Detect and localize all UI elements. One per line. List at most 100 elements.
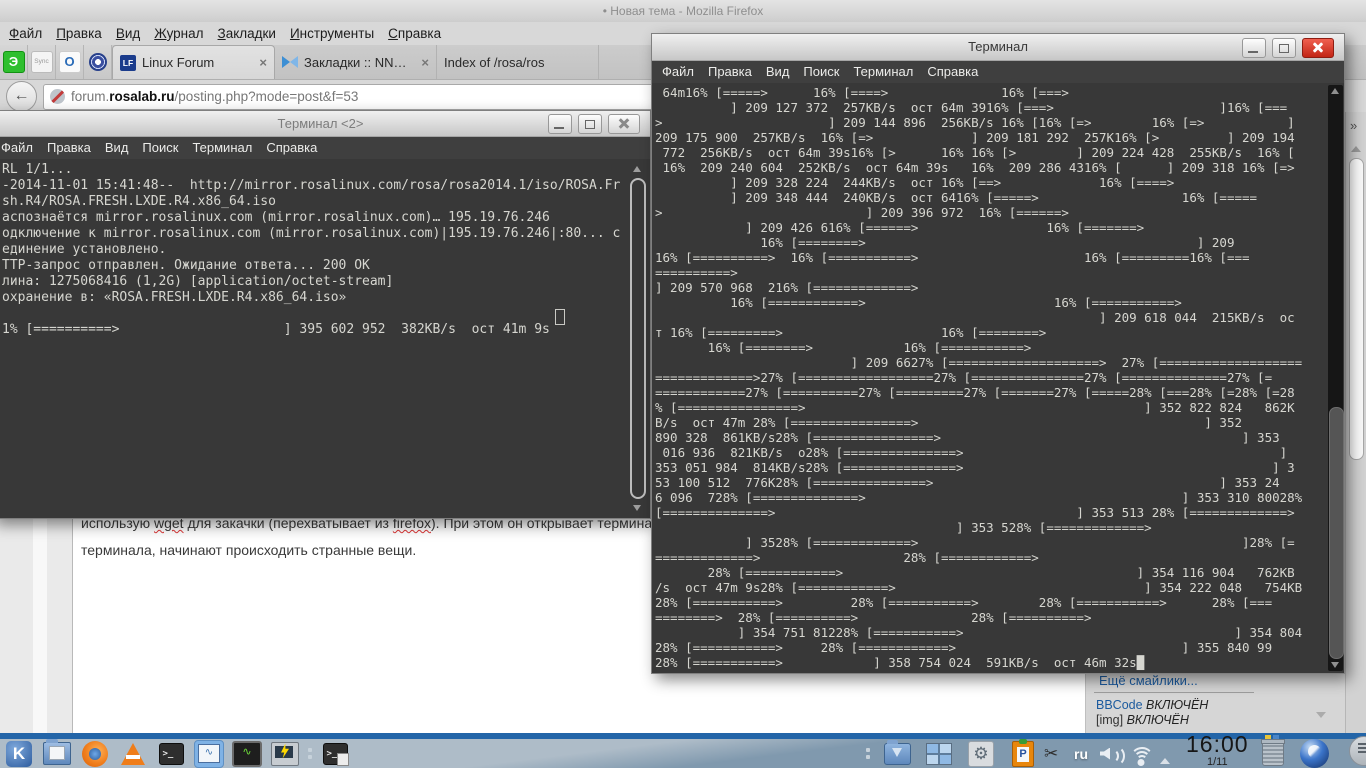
- url-text: forum.rosalab.ru/posting.php?mode=post&f…: [71, 89, 359, 104]
- terminal-output[interactable]: 64m16% [=====> 16% [====> 16% [===> ] 20…: [652, 83, 1344, 673]
- tmenu-file[interactable]: Файл: [0, 137, 40, 159]
- pinned-tab-o[interactable]: O: [56, 45, 84, 79]
- scroll-thumb[interactable]: [1329, 407, 1344, 659]
- vlc-button[interactable]: [118, 740, 148, 767]
- o-icon: O: [58, 51, 81, 73]
- scroll-thumb[interactable]: [1349, 158, 1364, 460]
- clipboard-manager-tray[interactable]: P: [1012, 738, 1034, 767]
- tab-close-icon[interactable]: ×: [421, 55, 429, 70]
- tab-nnm-club[interactable]: Закладки :: NNM-Club ×: [275, 45, 437, 79]
- terminal-launcher-button[interactable]: >_: [156, 740, 186, 767]
- linux-forum-favicon: LF: [120, 54, 136, 71]
- tmenu-search[interactable]: Поиск: [135, 137, 185, 159]
- tray-divider: [866, 740, 870, 767]
- scroll-up-icon[interactable]: [1351, 146, 1361, 152]
- tab-label: Закладки :: NNM-Club: [304, 54, 415, 70]
- clock-time: 16:00: [1186, 731, 1249, 757]
- menu-bookmarks[interactable]: Закладки: [211, 22, 283, 45]
- terminal1-titlebar[interactable]: Терминал: [652, 34, 1344, 61]
- browser-scrollbar[interactable]: »: [1345, 112, 1366, 733]
- network-tray[interactable]: [1130, 740, 1154, 767]
- firefox-icon: [82, 740, 108, 767]
- menu-help[interactable]: Справка: [381, 22, 448, 45]
- scroll-down-icon[interactable]: [633, 505, 641, 511]
- tmenu-view[interactable]: Вид: [98, 137, 136, 159]
- sync-icon: Sync: [30, 51, 53, 73]
- overflow-chevron-icon[interactable]: »: [1350, 118, 1357, 133]
- keyboard-layout-indicator[interactable]: ru: [1074, 740, 1088, 767]
- tmenu-terminal[interactable]: Терминал: [846, 61, 920, 83]
- blocked-page-icon[interactable]: [50, 89, 65, 104]
- scroll-up-icon[interactable]: [633, 166, 641, 172]
- sidebar-divider: [1094, 692, 1254, 693]
- tmenu-edit[interactable]: Правка: [40, 137, 98, 159]
- scissors-icon: ✂: [1044, 743, 1059, 763]
- tmenu-view[interactable]: Вид: [759, 61, 797, 83]
- menu-tools[interactable]: Инструменты: [283, 22, 381, 45]
- download-manager-tray[interactable]: [884, 739, 911, 767]
- kmenu-button[interactable]: K: [4, 740, 34, 767]
- scroll-up-icon[interactable]: [1331, 88, 1339, 94]
- firefox-button[interactable]: [80, 740, 110, 767]
- pinned-tab-elements[interactable]: Э: [0, 45, 28, 79]
- volume-tray[interactable]: [1100, 740, 1125, 767]
- menu-lines-icon: [1358, 743, 1366, 745]
- wget-progress-text: 64m16% [=====> 16% [====> 16% [===> ] 20…: [655, 85, 1303, 670]
- elements-icon: Э: [2, 51, 25, 73]
- target-icon: [88, 53, 107, 71]
- rosa-launcher[interactable]: [1300, 739, 1329, 768]
- img-status: [img] ВКЛЮЧЁН: [1096, 713, 1189, 727]
- terminal-file-button[interactable]: >_: [320, 740, 350, 767]
- bbcode-status: BBCode ВКЛЮЧЁН: [1096, 698, 1209, 712]
- post-text-line2[interactable]: терминала, начинают происходить странные…: [81, 542, 416, 558]
- tmenu-help[interactable]: Справка: [259, 137, 324, 159]
- resource-graph-button[interactable]: ∿: [232, 740, 262, 767]
- minimize-button[interactable]: [1242, 38, 1266, 58]
- minimize-button[interactable]: [548, 114, 572, 134]
- tmenu-help[interactable]: Справка: [920, 61, 985, 83]
- maximize-button[interactable]: [1272, 38, 1296, 58]
- back-button[interactable]: ←: [6, 81, 37, 112]
- xterm-lightning-icon: [271, 741, 299, 766]
- tmenu-edit[interactable]: Правка: [701, 61, 759, 83]
- terminal-cursor: [555, 309, 565, 325]
- sidebar-caret-icon: [1316, 712, 1326, 718]
- terminal2-titlebar[interactable]: Терминал <2>: [0, 111, 650, 137]
- more-smilies-link[interactable]: Ещё смайлики...: [1099, 673, 1198, 688]
- tray-expander[interactable]: [1160, 747, 1170, 768]
- tab-index-of-rosa[interactable]: Index of /rosa/ros: [437, 45, 599, 79]
- trash-tray[interactable]: [1261, 735, 1285, 767]
- desktop-pager[interactable]: [926, 740, 952, 767]
- menu-file[interactable]: Файл: [2, 22, 49, 45]
- panel-menu-button[interactable]: [1349, 736, 1366, 766]
- system-monitor-button-active[interactable]: ∿: [194, 739, 224, 768]
- window-title: Терминал <2>: [277, 116, 364, 131]
- clipboard-icon: P: [1012, 738, 1034, 767]
- terminal-scrollbar[interactable]: [629, 166, 646, 511]
- tmenu-search[interactable]: Поиск: [796, 61, 846, 83]
- tab-linux-forum[interactable]: LF Linux Forum ×: [112, 45, 275, 79]
- xterm-button[interactable]: [270, 740, 300, 767]
- tab-close-icon[interactable]: ×: [259, 55, 267, 70]
- tmenu-terminal[interactable]: Терминал: [185, 137, 259, 159]
- clipboard-scissors-tray[interactable]: ✂: [1044, 740, 1058, 767]
- butterfly-favicon: [282, 56, 298, 68]
- pager-icon: [926, 742, 952, 765]
- terminal-output[interactable]: RL 1/1... -2014-11-01 15:41:48-- http://…: [0, 159, 650, 518]
- file-manager-icon: [43, 739, 71, 765]
- tmenu-file[interactable]: Файл: [655, 61, 701, 83]
- close-button[interactable]: [608, 114, 640, 134]
- menu-edit[interactable]: Правка: [49, 22, 109, 45]
- updates-tray[interactable]: ⚙: [968, 740, 994, 767]
- maximize-button[interactable]: [578, 114, 602, 134]
- pinned-tab-sync[interactable]: Sync: [28, 45, 56, 79]
- close-button[interactable]: [1302, 38, 1334, 58]
- scroll-down-icon[interactable]: [1331, 662, 1339, 668]
- file-manager-button[interactable]: [42, 739, 72, 767]
- menu-view[interactable]: Вид: [109, 22, 147, 45]
- scroll-thumb[interactable]: [630, 178, 646, 499]
- terminal-scrollbar[interactable]: [1328, 85, 1344, 671]
- menu-history[interactable]: Журнал: [147, 22, 210, 45]
- pinned-tab-target[interactable]: [84, 45, 112, 79]
- clock[interactable]: 16:00 1/11: [1186, 733, 1249, 768]
